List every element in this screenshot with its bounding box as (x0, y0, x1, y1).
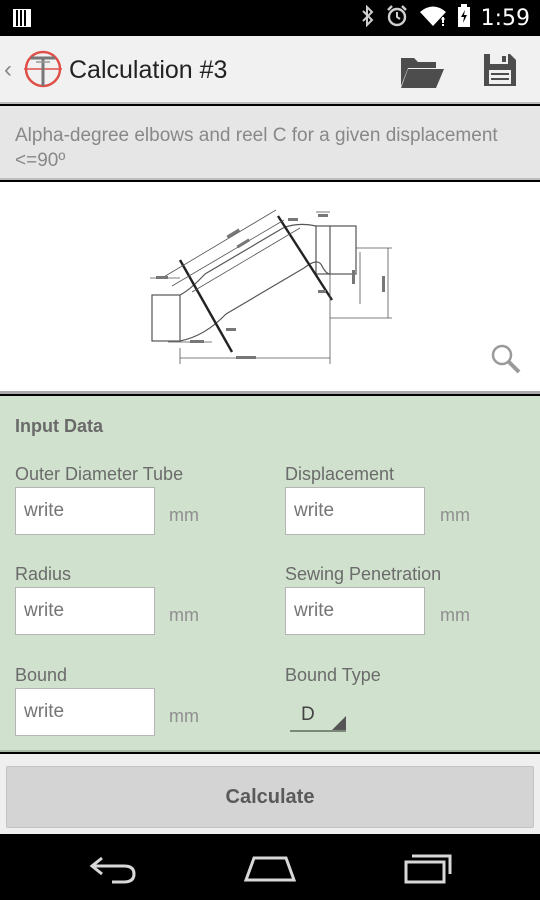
displacement-unit: mm (440, 505, 470, 525)
sewing-penetration-input[interactable] (285, 587, 425, 635)
bound-type-value: D (301, 704, 315, 725)
radius-unit: mm (169, 605, 199, 625)
calculate-button[interactable]: Calculate (6, 766, 534, 828)
up-chevron-icon[interactable]: ‹ (4, 56, 12, 84)
action-bar: ‹ Calculation #3 (0, 36, 540, 104)
calculation-description: Alpha-degree elbows and reel C for a giv… (0, 106, 540, 180)
back-icon[interactable] (84, 848, 144, 888)
magnifier-icon[interactable] (489, 342, 521, 374)
alarm-icon (385, 4, 409, 33)
displacement-input[interactable] (285, 487, 425, 535)
page-title: Calculation #3 (69, 56, 228, 84)
bound-unit: mm (169, 706, 199, 726)
bound-type-label: Bound Type (285, 665, 381, 685)
bluetooth-icon (361, 4, 375, 32)
button-bar: Calculate (0, 754, 540, 834)
folder-open-icon[interactable] (398, 52, 446, 90)
elbow-reel-technical-drawing[interactable] (0, 182, 540, 394)
clock-time: 1:59 (480, 5, 530, 31)
recent-apps-icon[interactable] (398, 848, 458, 888)
status-bar: 1:59 (0, 0, 540, 36)
radius-input[interactable] (15, 587, 155, 635)
diagram-panel (0, 182, 540, 394)
app-logo[interactable] (22, 48, 64, 95)
bound-input[interactable] (15, 688, 155, 736)
bound-label: Bound (15, 665, 68, 685)
home-icon[interactable] (240, 848, 300, 888)
outer-diameter-label: Outer Diameter Tube (15, 464, 184, 484)
sewing-penetration-unit: mm (440, 605, 470, 625)
outer-diameter-input[interactable] (15, 487, 155, 535)
notification-icon (12, 8, 32, 33)
outer-diameter-unit: mm (169, 505, 199, 525)
battery-icon (457, 3, 471, 33)
save-icon[interactable] (480, 50, 520, 90)
bound-type-dropdown[interactable]: D (290, 702, 346, 732)
navigation-bar (0, 834, 540, 900)
input-data-panel: Input Data Outer Diameter Tube mm Displa… (0, 396, 540, 752)
sewing-penetration-label: Sewing Penetration (285, 564, 442, 584)
displacement-label: Displacement (285, 464, 395, 484)
radius-label: Radius (15, 564, 72, 584)
section-title: Input Data (15, 416, 103, 436)
dropdown-triangle-icon (332, 716, 346, 730)
wifi-icon (419, 5, 447, 32)
